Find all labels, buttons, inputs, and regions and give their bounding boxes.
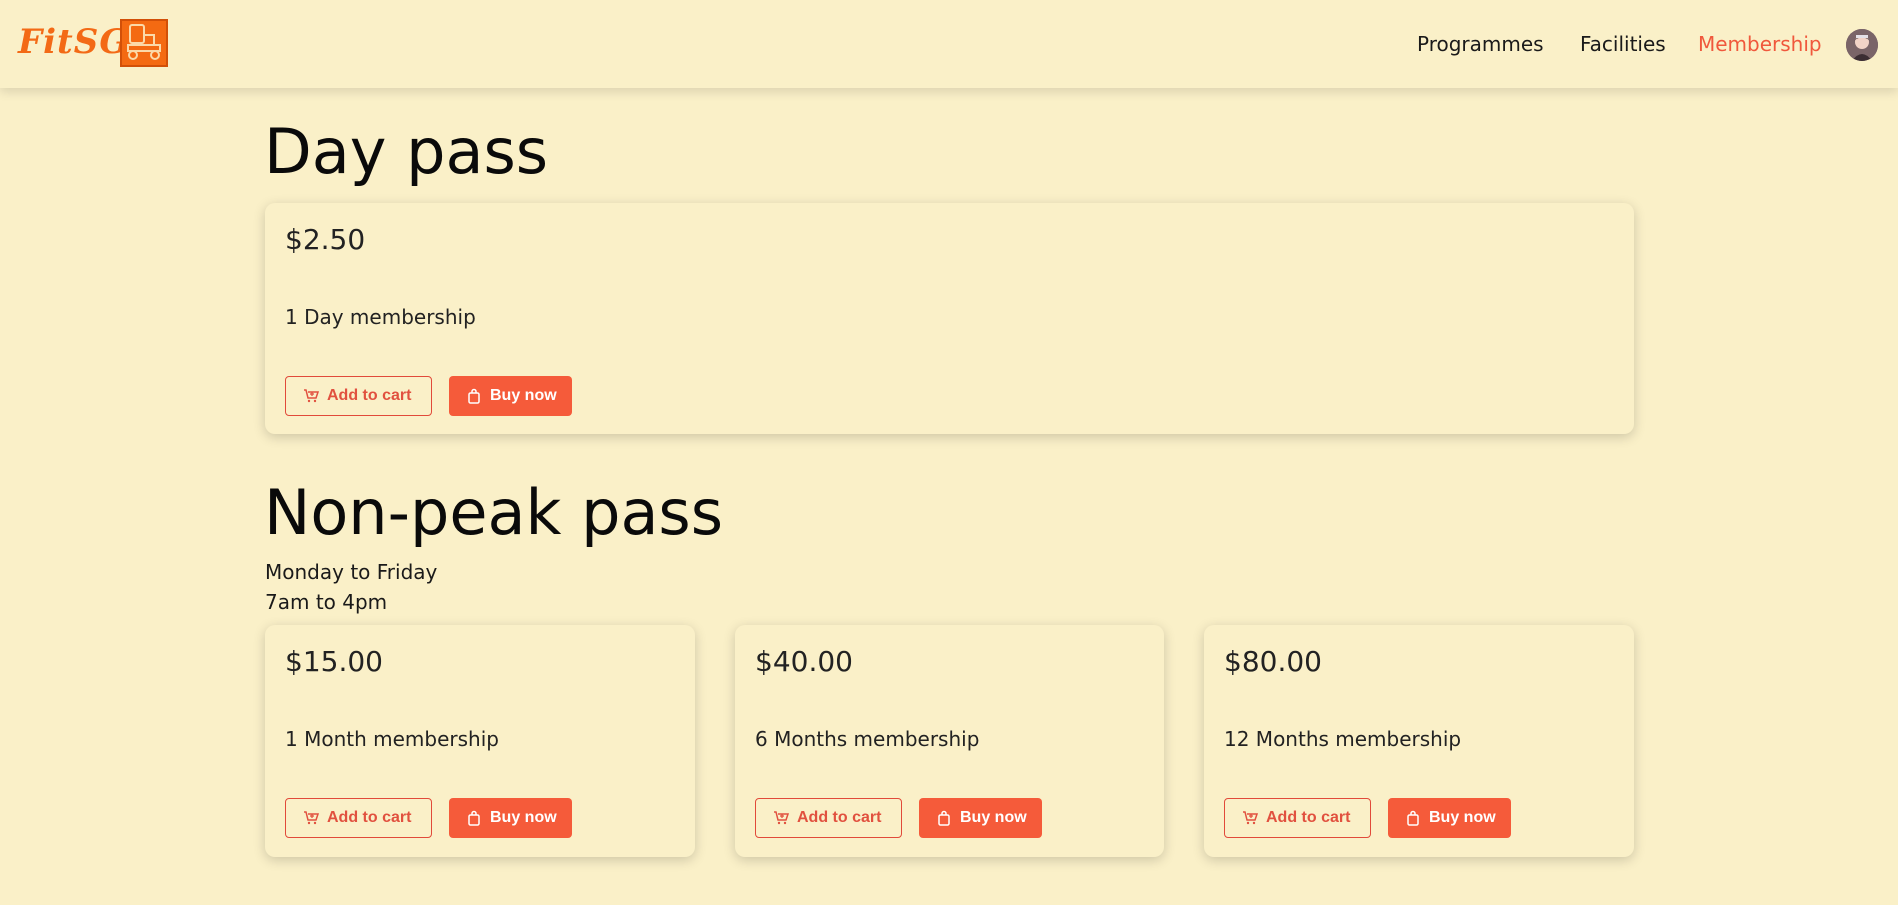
schedule-days: Monday to Friday (265, 560, 438, 584)
buy-now-button[interactable]: Buy now (449, 798, 572, 838)
card-price: $15.00 (285, 645, 383, 678)
pass-card: $15.00 1 Month membership Add to cart Bu… (265, 625, 695, 857)
section-title-day-pass: Day pass (264, 115, 549, 188)
schedule-hours: 7am to 4pm (265, 590, 388, 614)
cart-icon (774, 811, 789, 825)
add-to-cart-label: Add to cart (797, 809, 882, 826)
add-to-cart-button[interactable]: Add to cart (1224, 798, 1371, 838)
shopping-bag-icon (938, 810, 950, 826)
brand-logo-icon[interactable] (120, 19, 168, 67)
add-to-cart-label: Add to cart (1266, 809, 1351, 826)
card-price: $40.00 (755, 645, 853, 678)
shopping-bag-icon (1407, 810, 1419, 826)
buy-now-label: Buy now (960, 809, 1027, 826)
nav-programmes[interactable]: Programmes (1417, 30, 1544, 58)
card-description: 6 Months membership (755, 727, 980, 751)
card-description: 1 Day membership (285, 305, 476, 329)
avatar[interactable] (1846, 29, 1878, 61)
buy-now-button[interactable]: Buy now (1388, 798, 1511, 838)
cart-icon (1243, 811, 1258, 825)
buy-now-button[interactable]: Buy now (919, 798, 1042, 838)
add-to-cart-button[interactable]: Add to cart (285, 798, 432, 838)
nav-membership[interactable]: Membership (1698, 30, 1822, 58)
shopping-bag-icon (468, 810, 480, 826)
pass-card: $40.00 6 Months membership Add to cart B… (735, 625, 1164, 857)
buy-now-label: Buy now (490, 809, 557, 826)
buy-now-label: Buy now (490, 387, 557, 404)
add-to-cart-button[interactable]: Add to cart (285, 376, 432, 416)
add-to-cart-label: Add to cart (327, 387, 412, 404)
add-to-cart-button[interactable]: Add to cart (755, 798, 902, 838)
cart-icon (304, 811, 319, 825)
buy-now-button[interactable]: Buy now (449, 376, 572, 416)
pass-card: $2.50 1 Day membership Add to cart Buy n… (265, 203, 1634, 434)
pass-card: $80.00 12 Months membership Add to cart … (1204, 625, 1634, 857)
section-title-non-peak-pass: Non-peak pass (264, 476, 724, 549)
shopping-bag-icon (468, 388, 480, 404)
cart-icon (304, 389, 319, 403)
brand-logo-text[interactable]: FitSG (18, 18, 129, 66)
navbar: FitSG Programmes Facilities Membership (0, 0, 1898, 88)
card-description: 12 Months membership (1224, 727, 1462, 751)
card-price: $80.00 (1224, 645, 1322, 678)
nav-facilities[interactable]: Facilities (1580, 30, 1666, 58)
card-price: $2.50 (285, 223, 366, 256)
buy-now-label: Buy now (1429, 809, 1496, 826)
card-description: 1 Month membership (285, 727, 499, 751)
add-to-cart-label: Add to cart (327, 809, 412, 826)
